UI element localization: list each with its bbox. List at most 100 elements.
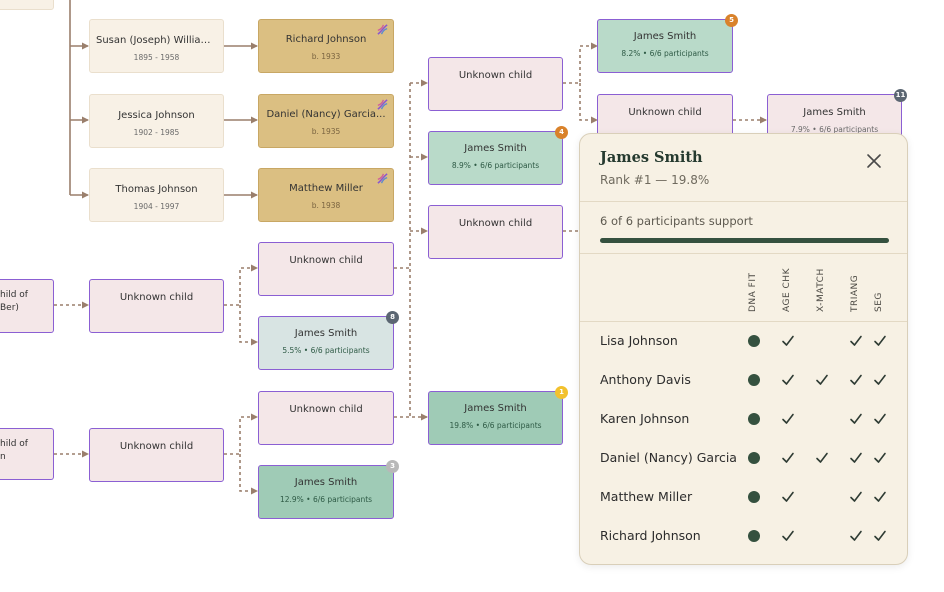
- seg-check-icon: [874, 491, 886, 502]
- dna-fit-dot: [748, 491, 760, 503]
- dna-match-node-richard[interactable]: Richard Johnson b. 1933: [258, 19, 394, 73]
- seg-check-icon: [874, 452, 886, 463]
- candidate-node[interactable]: James Smith 12.9% • 6/6 participants 3: [258, 460, 399, 519]
- age-chk-check-icon: [782, 452, 794, 463]
- triang-check-icon: [850, 335, 862, 346]
- dna-icon: [377, 24, 388, 35]
- unknown-child-label: Unknown child: [458, 70, 533, 81]
- dna-match-name: Richard Johnson: [285, 34, 367, 45]
- person-node-jessica[interactable]: Jessica Johnson 1902 - 1985: [89, 94, 224, 148]
- dna-match-node-daniel[interactable]: Daniel (Nancy) Garcia... b. 1935: [258, 94, 394, 148]
- popup-rank: Rank #1 — 19.8%: [600, 173, 710, 187]
- rank-badge: 8: [386, 311, 399, 324]
- partial-node-label: hild of Ber): [0, 290, 28, 313]
- dna-match-name: Daniel (Nancy) Garcia...: [266, 109, 386, 120]
- dna-fit-dot: [748, 530, 760, 542]
- col-header-seg: SEG: [874, 292, 884, 312]
- unknown-child-node[interactable]: Unknown child: [258, 242, 394, 296]
- age-chk-check-icon: [782, 413, 794, 424]
- candidate-name: James Smith: [803, 107, 866, 118]
- person-years: 1904 - 1997: [133, 202, 180, 211]
- divider: [580, 253, 907, 254]
- rank-badge: 4: [555, 126, 568, 139]
- dna-match-birth: b. 1938: [311, 201, 341, 210]
- col-header-x-match: X-MATCH: [816, 268, 826, 312]
- unknown-child-node[interactable]: Unknown child: [428, 57, 563, 111]
- partial-unknown-node-1[interactable]: hild of Ber): [0, 279, 54, 333]
- candidate-name: James Smith: [294, 328, 358, 339]
- unknown-child-node[interactable]: Unknown child: [428, 205, 563, 259]
- dna-match-birth: b. 1933: [311, 52, 341, 61]
- unknown-child-node[interactable]: Unknown child: [89, 428, 224, 482]
- triang-check-icon: [850, 413, 862, 424]
- candidate-name: James Smith: [464, 143, 527, 154]
- unknown-child-label: Unknown child: [628, 107, 702, 118]
- unknown-child-label: Unknown child: [119, 292, 194, 303]
- person-name: Jessica Johnson: [118, 110, 195, 121]
- rank-badge: 3: [386, 460, 399, 473]
- triang-check-icon: [850, 530, 862, 541]
- divider: [580, 321, 907, 322]
- candidate-stat: 5.5% • 6/6 participants: [282, 346, 370, 355]
- candidate-name: James Smith: [464, 403, 527, 414]
- dna-match-node-matthew[interactable]: Matthew Miller b. 1938: [258, 168, 394, 222]
- participant-name: Richard Johnson: [600, 528, 701, 543]
- col-header-triang: TRIANG: [850, 274, 860, 312]
- seg-check-icon: [874, 374, 886, 385]
- candidate-node[interactable]: James Smith 8.2% • 6/6 participants 5: [597, 14, 738, 73]
- age-chk-check-icon: [782, 530, 794, 541]
- person-node-susan[interactable]: Susan (Joseph) Williams... 1895 - 1958: [89, 19, 224, 73]
- candidate-node[interactable]: James Smith 5.5% • 6/6 participants 8: [258, 311, 399, 370]
- unknown-child-label: Unknown child: [289, 404, 363, 415]
- candidate-node-top[interactable]: James Smith 19.8% • 6/6 participants 1: [428, 386, 568, 445]
- dna-fit-dot: [748, 374, 760, 386]
- popup-title: James Smith: [600, 149, 703, 166]
- candidate-name: James Smith: [294, 477, 358, 488]
- support-bar-fill: [600, 238, 889, 243]
- participant-name: Daniel (Nancy) Garcia: [600, 450, 737, 465]
- partial-node-label: hild of n: [0, 439, 28, 462]
- unknown-child-node[interactable]: Unknown child: [89, 279, 224, 333]
- person-years: 1895 - 1958: [133, 53, 180, 62]
- participant-name: Lisa Johnson: [600, 333, 678, 348]
- seg-check-icon: [874, 413, 886, 424]
- unknown-child-label: Unknown child: [289, 255, 363, 266]
- x-match-check-icon: [816, 452, 828, 463]
- col-header-age-chk: AGE CHK: [782, 268, 792, 312]
- support-bar: [600, 238, 889, 243]
- dna-icon: [377, 173, 388, 184]
- person-node-thomas[interactable]: Thomas Johnson 1904 - 1997: [89, 168, 224, 222]
- close-icon[interactable]: [863, 150, 885, 172]
- candidate-node[interactable]: James Smith 8.9% • 6/6 participants 4: [428, 126, 568, 185]
- x-match-check-icon: [816, 374, 828, 385]
- participant-name: Matthew Miller: [600, 489, 693, 504]
- dna-icon: [377, 99, 388, 110]
- person-name: Thomas Johnson: [115, 184, 198, 195]
- support-text: 6 of 6 participants support: [600, 214, 753, 228]
- person-years: 1902 - 1985: [133, 128, 180, 137]
- candidate-stat: 8.9% • 6/6 participants: [451, 161, 540, 170]
- person-name: Susan (Joseph) Williams...: [96, 35, 223, 46]
- seg-check-icon: [874, 335, 886, 346]
- triang-check-icon: [850, 452, 862, 463]
- dna-fit-dot: [748, 335, 760, 347]
- dna-fit-dot: [748, 452, 760, 464]
- col-header-dna-fit: DNA FIT: [748, 272, 758, 312]
- rank-badge: 11: [894, 89, 907, 102]
- triang-check-icon: [850, 491, 862, 502]
- participant-name: Karen Johnson: [600, 411, 690, 426]
- dna-match-name: Matthew Miller: [289, 183, 363, 194]
- age-chk-check-icon: [782, 374, 794, 385]
- partial-unknown-node-2[interactable]: hild of n: [0, 428, 54, 480]
- unknown-child-node[interactable]: Unknown child: [258, 391, 394, 445]
- participant-name: Anthony Davis: [600, 372, 691, 387]
- age-chk-check-icon: [782, 335, 794, 346]
- dna-match-birth: b. 1935: [311, 127, 341, 136]
- rank-badge: 5: [725, 14, 738, 27]
- age-chk-check-icon: [782, 491, 794, 502]
- triang-check-icon: [850, 374, 862, 385]
- candidate-stat: 12.9% • 6/6 participants: [279, 495, 373, 504]
- partial-person-node[interactable]: [0, 0, 54, 10]
- divider: [580, 201, 907, 202]
- rank-badge: 1: [555, 386, 568, 399]
